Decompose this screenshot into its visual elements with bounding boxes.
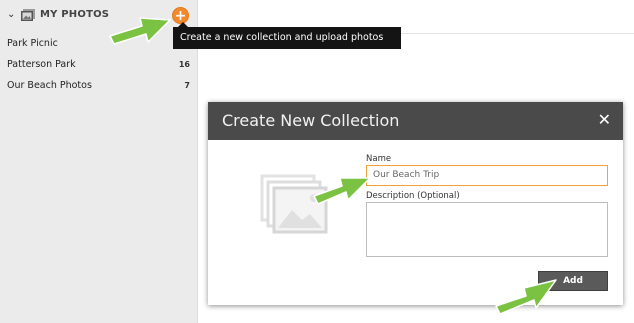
pointer-arrow-icon	[313, 177, 371, 205]
description-label: Description (Optional)	[366, 191, 460, 201]
collection-name: Patterson Park	[7, 59, 76, 70]
dialog-title: Create New Collection	[222, 111, 400, 130]
dialog-header: Create New Collection ✕	[208, 102, 623, 140]
collection-count: 16	[178, 60, 190, 69]
collection-count: 7	[184, 81, 190, 90]
description-textarea[interactable]	[366, 202, 608, 257]
sidebar: ⌄ MY PHOTOS + Park Picnic Patterson Park…	[0, 0, 198, 323]
name-label: Name	[366, 154, 392, 164]
name-input[interactable]: Our Beach Trip	[366, 165, 608, 186]
collection-name: Park Picnic	[7, 38, 58, 49]
collection-name: Our Beach Photos	[7, 80, 92, 91]
chevron-down-icon[interactable]: ⌄	[7, 9, 15, 20]
page: ⌄ MY PHOTOS + Park Picnic Patterson Park…	[0, 0, 634, 323]
tooltip: Create a new collection and upload photo…	[173, 27, 401, 49]
pointer-arrow-icon	[109, 17, 171, 45]
close-icon[interactable]: ✕	[598, 110, 611, 129]
sidebar-title: MY PHOTOS	[40, 9, 110, 20]
photos-icon	[21, 9, 35, 21]
pointer-arrow-icon	[495, 279, 557, 315]
collection-item[interactable]: Our Beach Photos 7	[0, 76, 198, 97]
collection-item[interactable]: Patterson Park 16	[0, 55, 198, 76]
create-collection-dialog: Create New Collection ✕ Name Our Beach T…	[208, 102, 623, 305]
